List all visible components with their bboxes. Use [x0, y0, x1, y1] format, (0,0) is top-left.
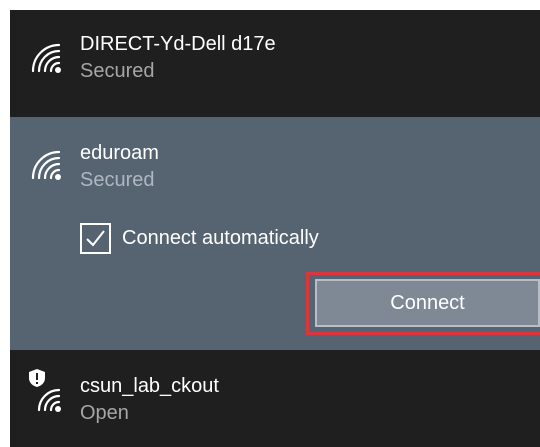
network-status: Open: [80, 402, 129, 424]
checkmark-icon: [86, 229, 105, 247]
network-name: csun_lab_ckout: [80, 375, 219, 397]
network-item-csun-lab-ckout[interactable]: csun_lab_ckout Open: [10, 350, 540, 447]
warning-shield-icon: [29, 369, 45, 387]
screenshot-frame: DIRECT-Yd-Dell d17e Secured eduroam Secu…: [0, 0, 540, 447]
wifi-icon: [31, 150, 61, 180]
connect-automatically-label: Connect automatically: [122, 226, 319, 249]
wifi-icon: [31, 43, 61, 73]
network-status: Secured: [80, 60, 155, 82]
wifi-network-list: DIRECT-Yd-Dell d17e Secured eduroam Secu…: [10, 10, 540, 447]
network-item-eduroam[interactable]: eduroam Secured Connect automatically Co…: [10, 117, 540, 350]
connect-automatically-checkbox[interactable]: [80, 222, 111, 254]
network-item-direct-yd-dell[interactable]: DIRECT-Yd-Dell d17e Secured: [10, 10, 540, 117]
network-name: eduroam: [80, 142, 159, 164]
network-name: DIRECT-Yd-Dell d17e: [80, 33, 276, 55]
network-status: Secured: [80, 169, 155, 191]
connect-button[interactable]: Connect: [315, 279, 540, 327]
connect-automatically-row[interactable]: Connect automatically: [80, 222, 319, 254]
